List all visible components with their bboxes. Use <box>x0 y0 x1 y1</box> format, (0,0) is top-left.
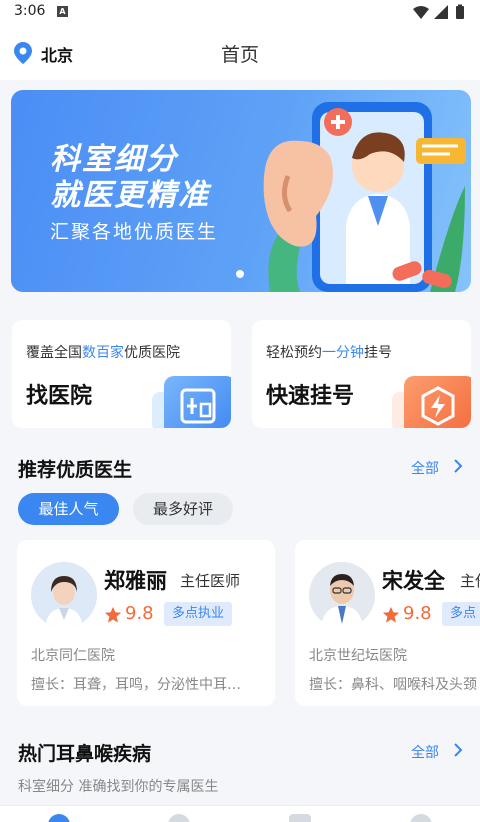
doctor-name: 宋发全 <box>382 569 445 593</box>
doctor-tag: 多点执业 <box>164 602 233 626</box>
doctor-tag: 多点 <box>442 602 480 626</box>
doctor-photo-icon <box>31 562 97 628</box>
tab-orders-icon[interactable] <box>289 814 311 822</box>
app-header: 北京 首页 <box>0 26 480 80</box>
doctor-rating: 9.8 <box>125 603 154 624</box>
doctor-card[interactable]: 郑雅丽 主任医师 9.8 多点执业 北京同仁医院 擅长：耳聋，耳鸣，分泌性中耳… <box>17 540 275 706</box>
wifi-icon <box>413 6 429 19</box>
find-hospital-title: 找医院 <box>26 384 93 409</box>
signal-icon <box>434 5 448 19</box>
status-bar: 3:06 A <box>0 0 480 26</box>
star-icon <box>382 606 400 623</box>
doctor-specialty: 擅长：耳聋，耳鸣，分泌性中耳… <box>31 677 241 693</box>
star-icon <box>104 606 122 623</box>
subtitle-prefix: 轻松预约 <box>266 345 322 361</box>
quick-booking-card[interactable]: 轻松预约一分钟挂号 快速挂号 <box>252 320 471 428</box>
chevron-right-icon[interactable] <box>453 459 463 473</box>
doctor-card[interactable]: 宋发全 主任 9.8 多点 北京世纪坛医院 擅长：鼻科、咽喉科及头颈 <box>295 540 480 706</box>
chevron-right-icon[interactable] <box>453 743 463 757</box>
doctor-title: 主任 <box>460 572 480 590</box>
battery-icon <box>456 6 464 19</box>
recommend-see-all-link[interactable]: 全部 <box>411 458 439 478</box>
doctor-name: 郑雅丽 <box>104 569 167 593</box>
find-hospital-subtitle: 覆盖全国数百家优质医院 <box>26 342 180 362</box>
doctor-photo-icon <box>309 562 375 628</box>
doctor-rating: 9.8 <box>403 603 432 624</box>
subtitle-prefix: 覆盖全国 <box>26 345 82 361</box>
filter-chip-top-rated[interactable]: 最多好评 <box>133 493 233 525</box>
subtitle-suffix: 挂号 <box>364 345 392 361</box>
find-hospital-card[interactable]: 覆盖全国数百家优质医院 找医院 <box>12 320 231 428</box>
page-title: 首页 <box>220 44 259 66</box>
subtitle-highlight: 数百家 <box>82 345 124 361</box>
quick-booking-subtitle: 轻松预约一分钟挂号 <box>266 342 392 362</box>
hot-diseases-see-all-link[interactable]: 全部 <box>411 742 439 762</box>
doctor-hospital: 北京世纪坛医院 <box>309 648 407 664</box>
hospital-icon <box>180 388 216 424</box>
subtitle-suffix: 优质医院 <box>124 345 180 361</box>
bottom-tab-bar <box>0 805 480 822</box>
lightning-icon <box>421 386 455 426</box>
filter-chip-popular[interactable]: 最佳人气 <box>18 493 119 525</box>
banner-page-indicator[interactable] <box>236 270 244 278</box>
tab-profile-icon[interactable] <box>410 814 432 822</box>
doctor-ear-illustration <box>263 102 466 292</box>
status-icons <box>413 4 464 19</box>
hot-diseases-section-title: 热门耳鼻喉疾病 <box>18 743 152 765</box>
doctor-avatar <box>309 562 375 628</box>
tab-explore-icon[interactable] <box>168 814 190 822</box>
recommend-section-title: 推荐优质医生 <box>18 459 133 481</box>
doctor-hospital: 北京同仁医院 <box>31 648 115 664</box>
doctor-title: 主任医师 <box>180 572 241 590</box>
doctor-avatar <box>31 562 97 628</box>
quick-booking-title: 快速挂号 <box>266 384 355 409</box>
doctor-specialty: 擅长：鼻科、咽喉科及头颈 <box>309 677 477 693</box>
notification-icon: A <box>57 6 68 17</box>
banner-subtitle: 汇聚各地优质医生 <box>50 221 219 243</box>
tab-home-icon[interactable] <box>48 814 70 822</box>
subtitle-highlight: 一分钟 <box>322 345 364 361</box>
status-time: 3:06 <box>14 3 46 19</box>
banner-headline-2: 就医更精准 <box>50 178 210 213</box>
hot-diseases-subtitle: 科室细分 准确找到你的专属医生 <box>18 779 219 795</box>
